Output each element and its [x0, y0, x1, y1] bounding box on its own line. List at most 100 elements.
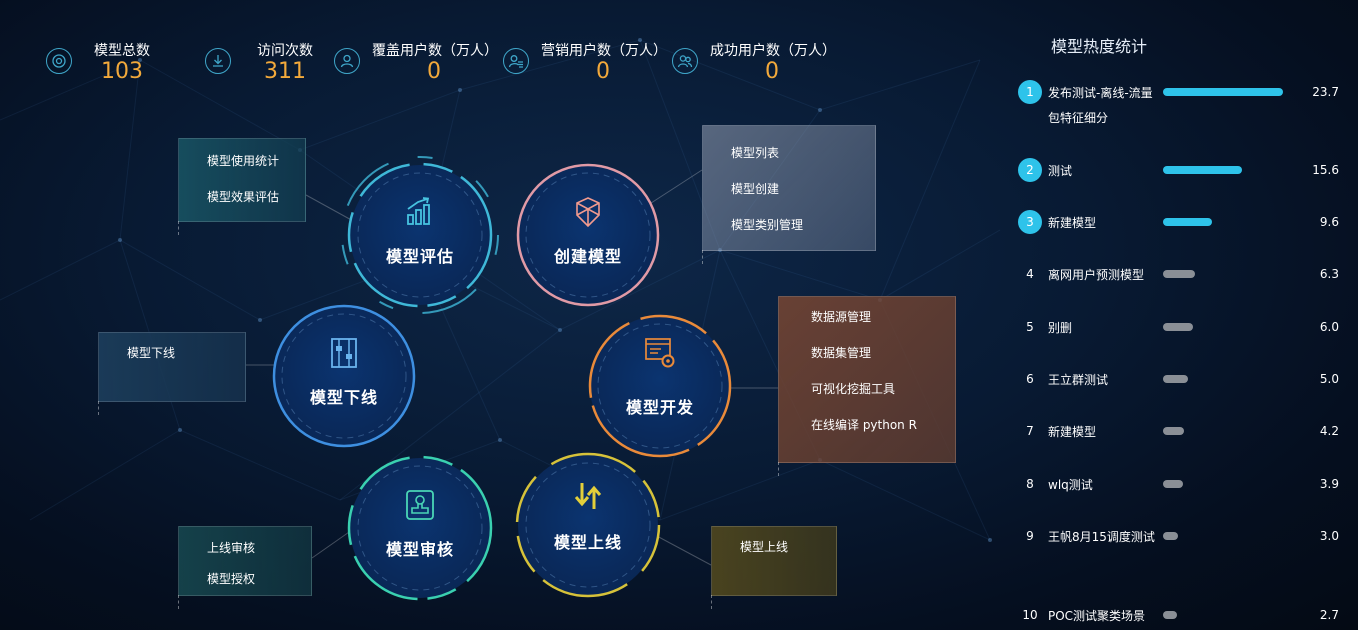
rank-bar: [1163, 427, 1185, 435]
menu-item-usage-stats[interactable]: 模型使用统计: [207, 143, 305, 179]
review-menu-box: 上线审核 模型授权: [178, 526, 312, 609]
menu-item-effect-eval[interactable]: 模型效果评估: [207, 179, 305, 215]
rank-value: 6.0: [1319, 320, 1339, 334]
sort-arrows-icon: [574, 483, 602, 509]
menu-item-dataset[interactable]: 数据集管理: [811, 335, 955, 371]
rank-name: 发布测试-离线-流量包特征细分: [1048, 86, 1153, 125]
rank-name: 王帆8月15调度测试: [1048, 530, 1155, 544]
rank-number: 6: [1026, 372, 1034, 386]
ring: [272, 304, 416, 448]
box-tick: [711, 595, 712, 609]
chart-up-icon: [407, 197, 430, 225]
rank-bar-track: [1163, 323, 1291, 331]
box-tick: [778, 462, 779, 476]
rank-bar-track: [1163, 88, 1291, 96]
online-menu-box: 模型上线: [711, 526, 837, 609]
menu-item-datasource[interactable]: 数据源管理: [811, 299, 955, 335]
rank-number: 7: [1026, 424, 1034, 438]
ring: [347, 455, 493, 601]
rank-number: 3: [1018, 210, 1042, 234]
rank-value: 4.2: [1319, 424, 1339, 438]
rank-number: 5: [1026, 320, 1034, 334]
box-tick: [98, 401, 99, 415]
rank-bar: [1163, 532, 1179, 540]
rank-bar-track: [1163, 166, 1291, 174]
rank-value: 2.7: [1319, 608, 1339, 622]
code-gear-icon: [645, 338, 675, 368]
ring: [588, 314, 732, 458]
create-menu-box: 模型列表 模型创建 模型类别管理: [702, 125, 876, 264]
node-model-offline[interactable]: 模型下线: [272, 304, 416, 448]
box-tick: [178, 595, 179, 609]
rank-value: 15.6: [1312, 163, 1339, 177]
node-model-create[interactable]: 创建模型: [516, 163, 660, 307]
rank-bar-track: [1163, 218, 1291, 226]
node-model-develop[interactable]: 模型开发: [588, 314, 732, 458]
rank-value: 9.6: [1319, 215, 1339, 229]
node-model-online[interactable]: 模型上线: [515, 452, 661, 598]
menu-item-offline[interactable]: 模型下线: [127, 335, 245, 371]
abacus-icon: [331, 338, 357, 368]
rank-name: 新建模型: [1048, 425, 1097, 439]
rank-value: 3.9: [1319, 477, 1339, 491]
rank-bar: [1163, 323, 1194, 331]
node-label: 模型审核: [385, 540, 454, 559]
rank-bar-track: [1163, 611, 1291, 619]
node-label: 创建模型: [553, 247, 622, 266]
rank-value: 6.3: [1319, 267, 1339, 281]
rank-number: 10: [1022, 608, 1038, 622]
rank-bar-track: [1163, 480, 1291, 488]
menu-item-online-compile[interactable]: 在线编译 python R: [811, 407, 955, 443]
rank-name: 王立群测试: [1048, 373, 1109, 387]
rank-bar: [1163, 375, 1189, 383]
rank-name: 离网用户预测模型: [1048, 268, 1145, 282]
menu-item-category-manage[interactable]: 模型类别管理: [731, 207, 875, 243]
menu-item-model-create[interactable]: 模型创建: [731, 171, 875, 207]
node-label: 模型开发: [625, 398, 694, 417]
menu-item-authorize[interactable]: 模型授权: [207, 561, 311, 592]
rank-bar: [1163, 270, 1195, 278]
ranking-title: 模型热度统计: [1051, 37, 1148, 56]
node-model-evaluate[interactable]: 模型评估: [341, 156, 499, 314]
rank-bar: [1163, 611, 1177, 619]
stamp-icon: [406, 490, 434, 520]
develop-menu-box: 数据源管理 数据集管理 可视化挖掘工具 在线编译 python R: [778, 296, 956, 476]
ring: [341, 156, 499, 314]
rank-value: 23.7: [1312, 85, 1339, 99]
rank-bar-track: [1163, 375, 1291, 383]
node-label: 模型评估: [385, 247, 454, 266]
menu-item-online[interactable]: 模型上线: [740, 529, 836, 565]
menu-item-model-list[interactable]: 模型列表: [731, 135, 875, 171]
offline-menu-box: 模型下线: [98, 332, 246, 415]
rank-number: 2: [1018, 158, 1042, 182]
rank-bar: [1163, 480, 1183, 488]
menu-item-review[interactable]: 上线审核: [207, 530, 311, 561]
rank-bar-track: [1163, 427, 1291, 435]
node-label: 模型下线: [309, 388, 378, 407]
rank-name: POC测试聚类场景: [1048, 609, 1146, 623]
rank-bar-track: [1163, 270, 1291, 278]
cube-icon: [576, 197, 600, 228]
rank-value: 3.0: [1319, 529, 1339, 543]
ring: [516, 163, 660, 307]
rank-name: 别删: [1048, 321, 1073, 335]
rank-bar: [1163, 218, 1212, 226]
rank-name: 测试: [1048, 164, 1073, 178]
rank-name: 新建模型: [1048, 216, 1097, 230]
rank-number: 1: [1018, 80, 1042, 104]
rank-number: 9: [1026, 529, 1034, 543]
evaluate-menu-box: 模型使用统计 模型效果评估: [178, 138, 306, 235]
node-label: 模型上线: [553, 533, 622, 552]
rank-name: wlq测试: [1048, 478, 1093, 492]
rank-bar: [1163, 88, 1283, 96]
rank-value: 5.0: [1319, 372, 1339, 386]
ring: [515, 452, 661, 598]
box-tick: [178, 221, 179, 235]
menu-item-visual-mining[interactable]: 可视化挖掘工具: [811, 371, 955, 407]
box-tick: [702, 250, 703, 264]
rank-bar: [1163, 166, 1242, 174]
rank-number: 8: [1026, 477, 1034, 491]
node-model-review[interactable]: 模型审核: [347, 455, 493, 601]
rank-number: 4: [1026, 267, 1034, 281]
rank-bar-track: [1163, 532, 1291, 540]
